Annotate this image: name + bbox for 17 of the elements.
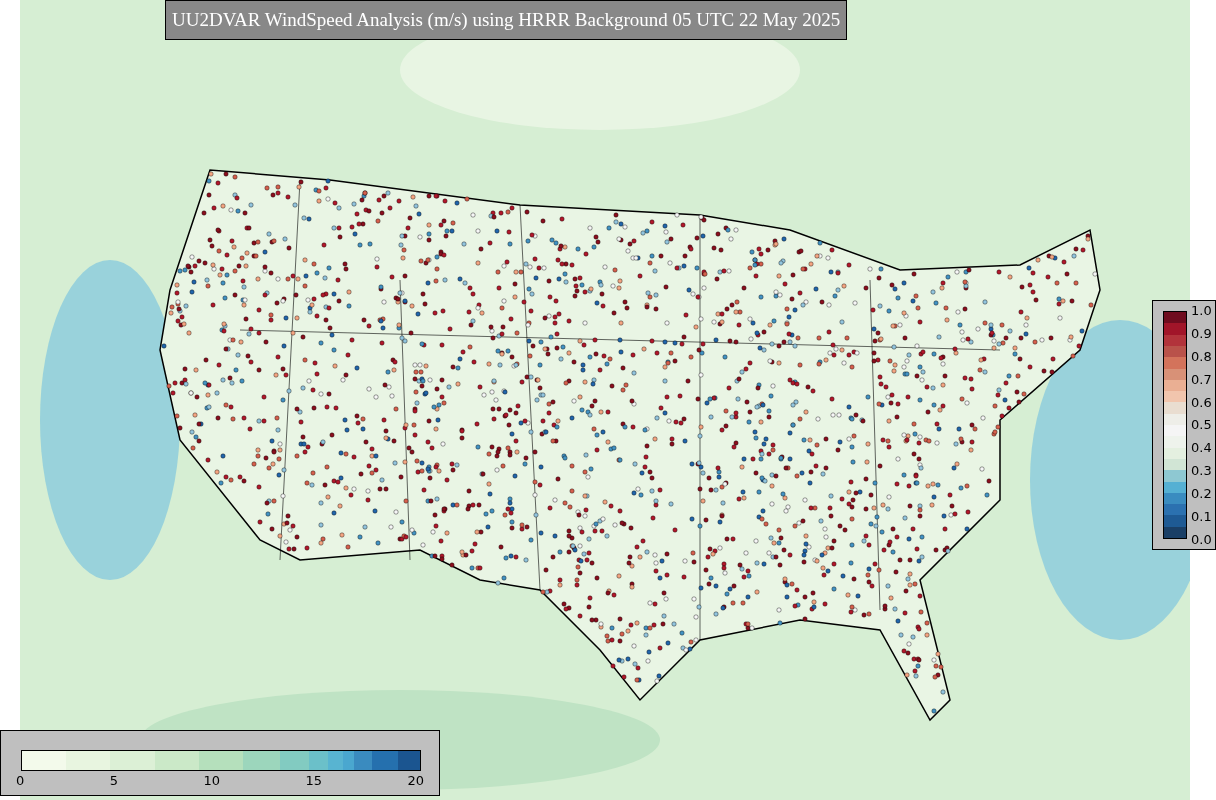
colorbar-tick-label: 0.4 <box>1191 440 1212 456</box>
colorbar-tick-label: 0.8 <box>1191 348 1212 364</box>
colorbar-tick-label: 1.0 <box>1191 303 1212 318</box>
colorbar-tick-label: 0.1 <box>1191 509 1212 524</box>
colorbar-tick-label: 0.7 <box>1191 371 1212 387</box>
colorbar-tick-label: 0.2 <box>1191 486 1212 502</box>
colorbar-tick-label: 0 <box>16 773 25 788</box>
colorbar-tick-label: 0.3 <box>1191 463 1212 479</box>
colorbar-tick-label: 20 <box>407 773 424 788</box>
colorbar-tick-label: 10 <box>203 773 220 788</box>
colorbar-tick-label: 0.0 <box>1191 531 1212 547</box>
map-title: UU2DVAR WindSpeed Analysis (m/s) using HRRR Background 05 UTC 22 May 2025 <box>165 0 848 40</box>
colorbar-tick-label: 15 <box>305 773 322 788</box>
colorbar-tick-label: 0.5 <box>1191 417 1212 433</box>
colorbar-tick-label: 0.6 <box>1191 394 1212 410</box>
colorbar-tick-label: 0.9 <box>1191 325 1212 341</box>
colorbar-tick-label: 5 <box>109 773 118 788</box>
